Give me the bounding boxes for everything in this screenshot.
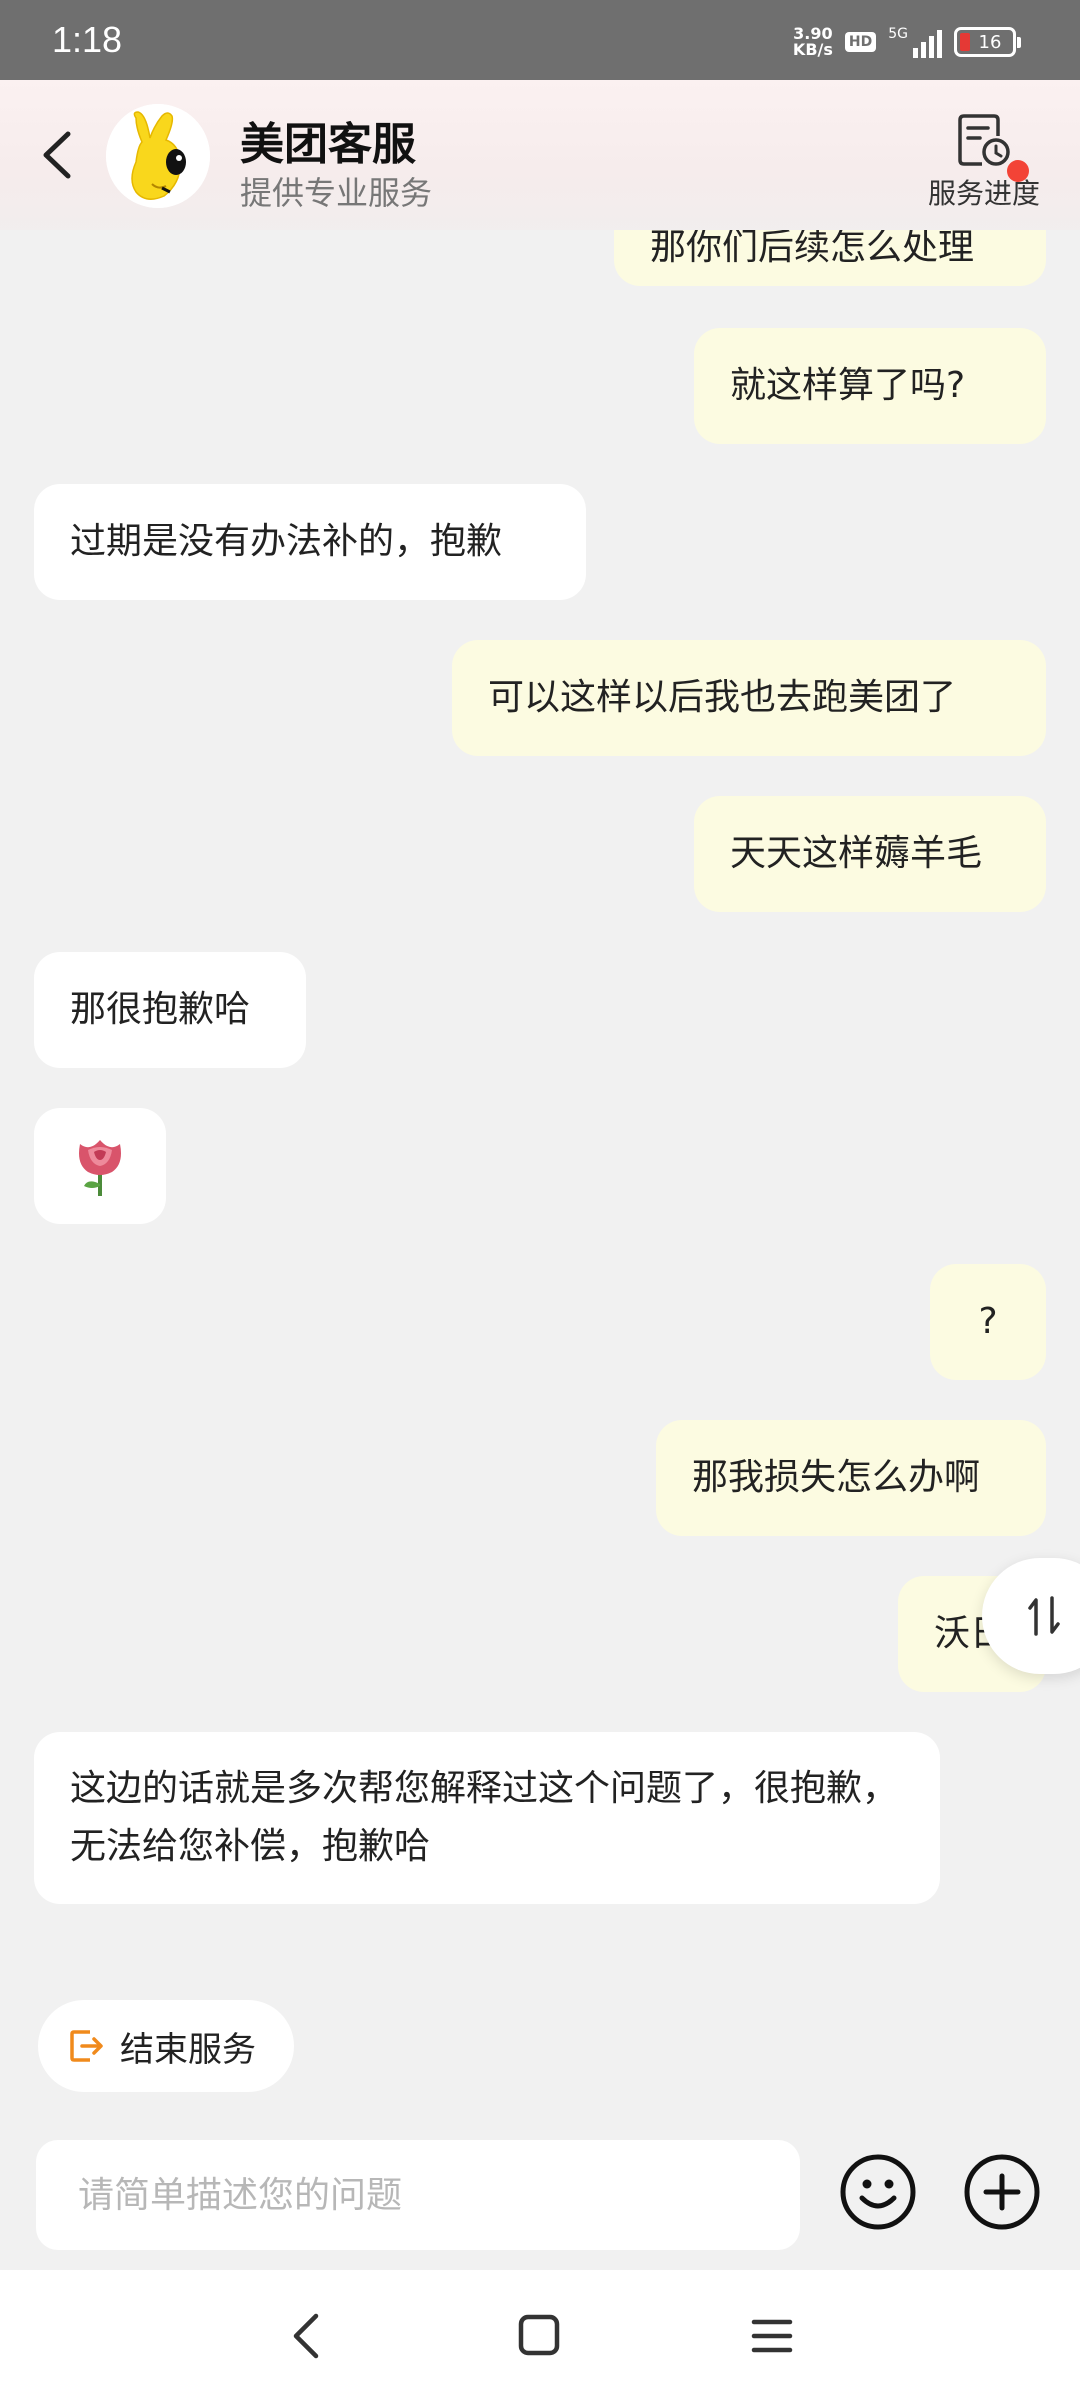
chevron-left-icon	[43, 131, 71, 179]
status-icons: 3.90 KB/s HD 5G 16	[792, 22, 1021, 62]
page-title: 美团客服	[240, 119, 416, 170]
more-options-button[interactable]	[962, 2152, 1042, 2232]
message-bubble-received[interactable]: 那很抱歉哈	[34, 952, 306, 1068]
document-clock-icon	[958, 114, 1010, 166]
hd-icon: HD	[844, 32, 877, 52]
rose-emoji-icon	[79, 1140, 121, 1196]
message-bubble-sent[interactable]: 那你们后续怎么处理	[614, 230, 1046, 286]
plus-circle-icon	[964, 2154, 1040, 2230]
message-input[interactable]	[36, 2140, 800, 2250]
nav-home-icon	[518, 2314, 560, 2356]
message-bubble-sent[interactable]: 天天这样薅羊毛	[694, 796, 1046, 912]
chat-header: 美团客服 提供专业服务 服务进度	[0, 80, 1080, 230]
nav-home-button[interactable]	[518, 2314, 560, 2356]
end-service-button[interactable]: 结束服务	[38, 2000, 294, 2092]
mascot-icon	[106, 104, 210, 208]
message-bubble-sent[interactable]: 可以这样以后我也去跑美团了	[452, 640, 1046, 756]
service-progress-label: 服务进度	[927, 177, 1040, 210]
emoji-button[interactable]	[838, 2152, 918, 2232]
back-button[interactable]	[34, 120, 78, 190]
end-service-label: 结束服务	[120, 2029, 256, 2070]
message-bubble-sent[interactable]: 那我损失怎么办啊	[656, 1420, 1046, 1536]
network-speed: 3.90 KB/s	[792, 24, 833, 59]
battery-icon: 16	[954, 27, 1021, 57]
page-subtitle: 提供专业服务	[240, 174, 433, 212]
swap-vertical-icon	[1028, 1596, 1060, 1636]
exit-icon	[70, 2030, 103, 2062]
message-bubble-received[interactable]: 这边的话就是多次帮您解释过这个问题了，很抱歉，无法给您补偿，抱歉哈	[34, 1732, 940, 1904]
message-bubble-sent[interactable]: 就这样算了吗?	[694, 328, 1046, 444]
nav-recents-button[interactable]	[750, 2316, 794, 2356]
message-bubble-received[interactable]	[34, 1108, 166, 1224]
status-time: 1:18	[52, 19, 123, 60]
message-bubble-sent[interactable]: ?	[930, 1264, 1046, 1380]
service-progress-button[interactable]: 服务进度	[914, 110, 1054, 210]
system-nav-bar	[0, 2270, 1080, 2400]
signal-icon: 5G	[888, 26, 942, 58]
message-bubble-received[interactable]: 过期是没有办法补的，抱歉	[34, 484, 586, 600]
composer	[0, 2130, 1080, 2270]
smiley-icon	[840, 2154, 916, 2230]
menu-icon	[751, 2319, 793, 2353]
notification-dot	[1007, 160, 1029, 182]
nav-back-button[interactable]	[286, 2308, 326, 2364]
chat-messages[interactable]: 那你们后续怎么处理 就这样算了吗? 过期是没有办法补的，抱歉 可以这样以后我也去…	[0, 230, 1080, 1950]
avatar[interactable]	[106, 104, 210, 208]
nav-back-icon	[293, 2313, 319, 2359]
status-bar: 1:18 3.90 KB/s HD 5G 16	[0, 0, 1080, 80]
